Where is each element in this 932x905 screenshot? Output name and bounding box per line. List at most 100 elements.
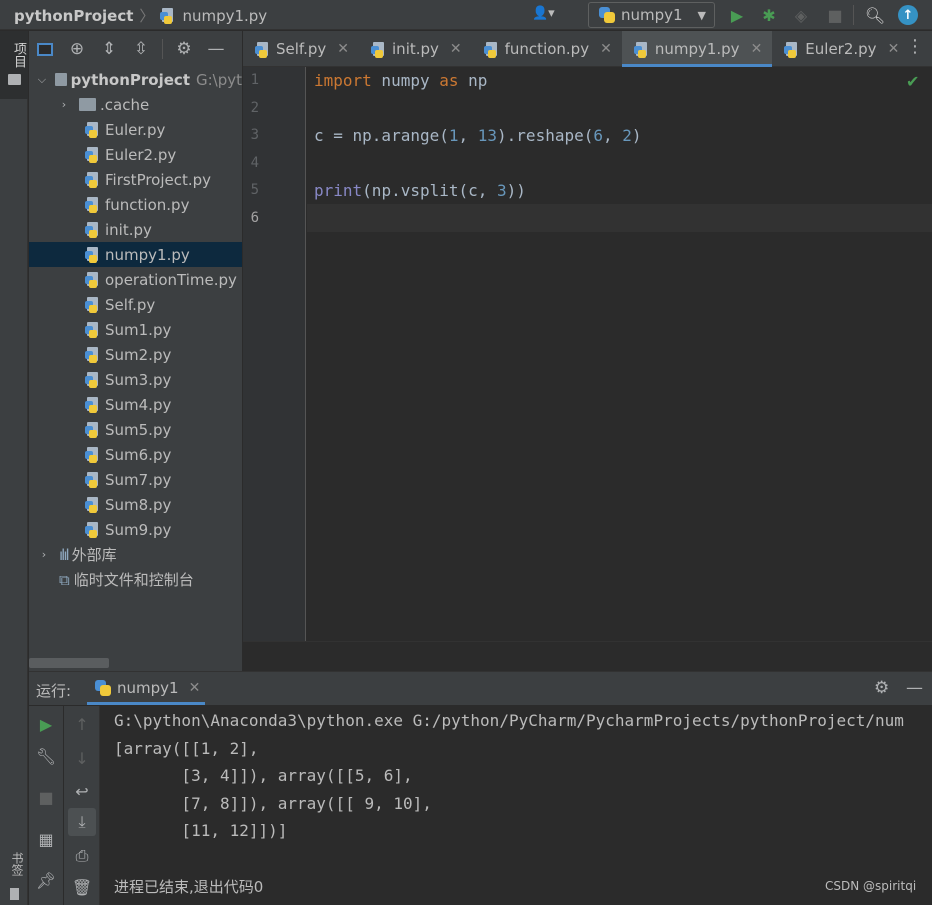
tree-item-file[interactable]: Sum7.py (29, 467, 242, 492)
stop-button[interactable]: ■ (32, 783, 60, 811)
bookmark-icon (10, 888, 19, 900)
scroll-down-button[interactable]: ↓ (68, 744, 96, 772)
close-icon[interactable]: ✕ (600, 41, 612, 57)
tabs-more-button[interactable]: ⋮ (906, 36, 924, 57)
bookmarks-tool-label[interactable]: 书签 (9, 852, 26, 876)
tree-item-label: .cache (100, 95, 150, 114)
search-button[interactable]: 🔍︎ (864, 4, 886, 26)
tree-item-file[interactable]: init.py (29, 217, 242, 242)
tree-item-file[interactable]: Sum5.py (29, 417, 242, 442)
python-file-icon (633, 41, 650, 58)
tree-item-cache[interactable]: › .cache (29, 92, 242, 117)
tree-item-file[interactable]: function.py (29, 192, 242, 217)
close-icon[interactable]: ✕ (751, 41, 763, 57)
run-configuration-select[interactable]: numpy1 ▼ (588, 2, 715, 28)
python-file-icon (255, 41, 271, 58)
project-tree: ⌵ pythonProject G:\pyt › .cache Euler.py… (29, 67, 242, 592)
code-token: as (439, 71, 459, 90)
tree-item-scratches[interactable]: ⧉ 临时文件和控制台 (29, 567, 242, 592)
editor-tab-euler2[interactable]: Euler2.py ✕ (772, 31, 909, 67)
collapse-all-icon: ⇳ (133, 39, 149, 59)
locate-file-button[interactable]: ⊕ (61, 31, 93, 67)
user-account-button[interactable]: 👤▾ (532, 6, 568, 24)
editor-tab-function[interactable]: function.py ✕ (472, 31, 622, 67)
gear-icon: ⚙ (874, 678, 890, 698)
tree-root-path: G:\pyt (195, 70, 242, 89)
chevron-right-icon: › (61, 98, 67, 111)
python-file-icon (483, 41, 500, 58)
clear-all-button[interactable]: 🗑︎ (68, 873, 96, 901)
rerun-button[interactable]: ▶ (32, 710, 60, 738)
python-file-icon (85, 246, 101, 263)
breadcrumb-project[interactable]: pythonProject (14, 7, 133, 25)
project-hide-button[interactable]: — (200, 31, 232, 67)
run-settings-button[interactable]: ⚙ (874, 678, 889, 698)
tree-item-label: 外部库 (71, 546, 117, 564)
printer-icon: ⎙ (75, 846, 89, 865)
update-arrow-icon: ↑ (898, 5, 918, 25)
tree-item-file[interactable]: Sum8.py (29, 492, 242, 517)
project-settings-button[interactable]: ⚙ (168, 31, 200, 67)
inspection-ok-icon[interactable]: ✔ (906, 72, 919, 91)
tab-label: function.py (504, 40, 590, 58)
tree-item-label: init.py (105, 220, 152, 239)
close-icon[interactable]: ✕ (450, 41, 462, 57)
tree-item-file[interactable]: Sum6.py (29, 442, 242, 467)
debug-button[interactable]: ✱ (758, 4, 780, 26)
expand-all-button[interactable]: ⇕ (93, 31, 125, 67)
python-file-icon (85, 371, 101, 388)
run-button[interactable]: ▶ (726, 4, 748, 26)
console-line: [7, 8]]), array([[ 9, 10], (114, 794, 432, 813)
project-horizontal-scrollbar[interactable] (29, 658, 109, 668)
tree-item-file[interactable]: Sum3.py (29, 367, 242, 392)
code-line-1: import numpy as np (314, 71, 487, 90)
tree-item-label: numpy1.py (105, 245, 190, 264)
search-icon: 🔍︎ (864, 5, 886, 25)
python-file-icon (85, 271, 101, 288)
editor-tab-self[interactable]: Self.py ✕ (243, 31, 359, 67)
code-editor[interactable] (307, 67, 932, 641)
editor-tab-numpy1[interactable]: numpy1.py ✕ (621, 31, 773, 67)
tree-item-file[interactable]: Euler2.py (29, 142, 242, 167)
code-token: c = np.arange( (314, 126, 449, 145)
stop-icon: ■ (827, 5, 843, 25)
tree-item-file[interactable]: Euler.py (29, 117, 242, 142)
chevron-down-icon: ▼ (697, 8, 706, 22)
tree-item-file[interactable]: Sum4.py (29, 392, 242, 417)
tree-root[interactable]: ⌵ pythonProject G:\pyt (29, 67, 242, 92)
breadcrumb-file[interactable]: numpy1.py (182, 7, 267, 25)
restore-layout-button[interactable]: ▦ (32, 825, 60, 853)
tree-item-file[interactable]: Sum9.py (29, 517, 242, 542)
tree-item-label: Sum2.py (105, 345, 172, 364)
close-icon[interactable]: ✕ (189, 680, 201, 696)
tree-item-file[interactable]: operationTime.py (29, 267, 242, 292)
code-token: 1 (448, 126, 459, 145)
tree-item-file[interactable]: Sum1.py (29, 317, 242, 342)
python-file-icon (784, 41, 800, 58)
console-line: G:\python\Anaconda3\python.exe G:/python… (114, 711, 904, 730)
run-hide-button[interactable]: — (906, 678, 923, 698)
pin-tab-button[interactable]: 📌︎ (32, 866, 60, 894)
run-tab-numpy1[interactable]: numpy1 ✕ (87, 671, 205, 705)
scroll-to-end-button[interactable]: ⤓ (68, 808, 96, 836)
tree-item-label: Euler2.py (105, 145, 177, 164)
editor-tab-init[interactable]: init.py ✕ (359, 31, 472, 67)
stop-button[interactable]: ■ (824, 4, 846, 26)
coverage-button[interactable]: ◈ (790, 4, 812, 26)
tree-item-file[interactable]: Self.py (29, 292, 242, 317)
tree-item-file-selected[interactable]: numpy1.py (29, 242, 242, 267)
modify-run-config-button[interactable]: 🔧︎ (32, 742, 60, 770)
arrow-up-icon: ↑ (75, 714, 89, 734)
scroll-up-button[interactable]: ↑ (68, 710, 96, 738)
collapse-all-button[interactable]: ⇳ (125, 31, 157, 67)
project-view-button[interactable] (29, 31, 61, 67)
close-icon[interactable]: ✕ (888, 41, 900, 57)
tree-item-file[interactable]: FirstProject.py (29, 167, 242, 192)
tree-item-external-libraries[interactable]: › ılıl 外部库 (29, 542, 242, 567)
tree-item-file[interactable]: Sum2.py (29, 342, 242, 367)
run-panel-label: 运行: (36, 682, 72, 700)
soft-wrap-button[interactable]: ↩ (68, 777, 96, 805)
update-button[interactable]: ↑ (897, 4, 919, 26)
close-icon[interactable]: ✕ (337, 41, 349, 57)
print-button[interactable]: ⎙ (68, 842, 96, 870)
